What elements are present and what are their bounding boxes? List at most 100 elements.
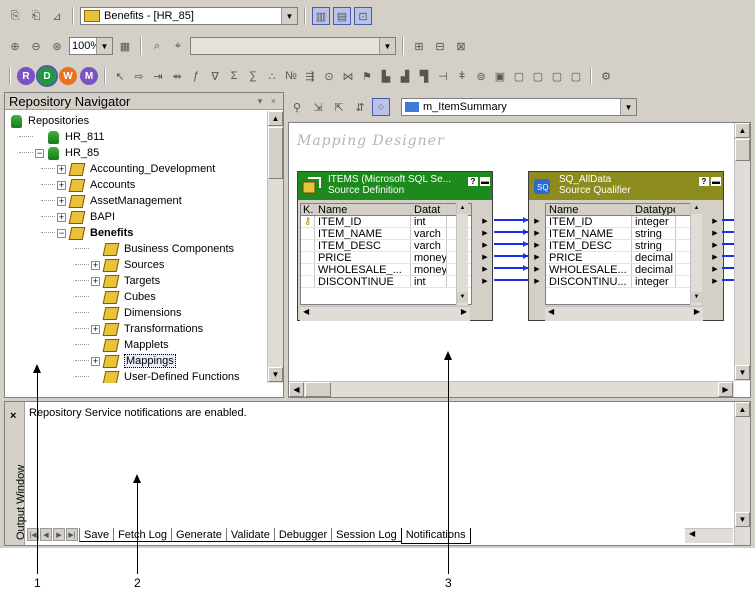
tree-item[interactable]: + BAPI bbox=[41, 209, 115, 225]
expand-icon[interactable]: + bbox=[91, 260, 100, 270]
scroll-up-icon[interactable]: ▲ bbox=[735, 402, 750, 417]
tab-session-log[interactable]: Session Log bbox=[331, 528, 401, 542]
table-row[interactable]: ⚷ ITEM_ID int bbox=[301, 216, 471, 228]
sorter-icon[interactable]: ▟ bbox=[397, 70, 413, 83]
help-icon[interactable]: ? bbox=[468, 177, 478, 186]
port-arrow-icon[interactable]: ▶ bbox=[478, 239, 492, 251]
scroll-down-icon[interactable]: ▼ bbox=[268, 367, 283, 382]
tree-item[interactable]: + Accounts bbox=[41, 177, 135, 193]
tab-last-icon[interactable]: ▶| bbox=[66, 528, 78, 541]
qualifier-grid-hscroll[interactable]: ◀ ▶ bbox=[545, 306, 703, 321]
source-analyzer-icon[interactable]: ⇲ bbox=[309, 98, 327, 116]
navigator-scrollbar[interactable]: ▲ ▼ bbox=[267, 111, 283, 383]
tab-validate[interactable]: Validate bbox=[225, 528, 274, 542]
expand-icon[interactable]: + bbox=[57, 164, 66, 174]
scroll-left-icon[interactable]: ◀ bbox=[289, 382, 304, 397]
normalizer-icon[interactable]: ∴ bbox=[264, 70, 280, 83]
tree-item[interactable]: User-Defined Functions bbox=[75, 369, 240, 383]
tree-item[interactable]: + Targets bbox=[75, 273, 160, 289]
tab-prev-icon[interactable]: ◀ bbox=[40, 528, 52, 541]
source-qualifier-header[interactable]: SQ SQ_AllData Source Qualifier ? ▬ bbox=[529, 172, 723, 200]
collapse-icon[interactable]: − bbox=[35, 148, 44, 158]
transaction-icon[interactable]: ǂ bbox=[454, 70, 470, 82]
output-hscroll[interactable]: ◀ bbox=[685, 528, 733, 543]
sql-variant-icon[interactable]: ▢ bbox=[530, 70, 546, 83]
update-strategy-icon[interactable]: ⊣ bbox=[435, 70, 451, 83]
port-arrow-icon[interactable]: ▶ bbox=[478, 251, 492, 263]
sql-variant-icon[interactable]: ▢ bbox=[568, 70, 584, 83]
scroll-down-icon[interactable]: ▼ bbox=[691, 292, 702, 303]
tree-item[interactable]: − Benefits bbox=[41, 225, 133, 241]
port-arrow-icon[interactable]: ▶ bbox=[478, 263, 492, 275]
layout-icon[interactable]: ⊞ bbox=[410, 37, 428, 55]
source-qualifier-box[interactable]: SQ SQ_AllData Source Qualifier ? ▬ ▶ ▶ ▶ ▶ ▶… bbox=[528, 171, 724, 321]
tree-item[interactable]: − HR_85 bbox=[19, 145, 99, 161]
scroll-thumb[interactable] bbox=[268, 127, 283, 179]
scroll-left-icon[interactable]: ◀ bbox=[303, 307, 309, 316]
minimize-icon[interactable]: ▬ bbox=[711, 177, 721, 186]
find-input[interactable]: ▼ bbox=[190, 37, 396, 55]
scroll-down-icon[interactable]: ▼ bbox=[457, 292, 468, 303]
port-arrow-icon[interactable]: ▶ bbox=[478, 215, 492, 227]
source-definition-header[interactable]: ITEMS (Microsoft SQL Se... Source Defini… bbox=[298, 172, 492, 200]
chevron-down-icon[interactable]: ▼ bbox=[281, 8, 297, 24]
rank-icon[interactable]: ∑ bbox=[245, 70, 261, 82]
workspace-hscroll[interactable]: ◀ ▶ bbox=[289, 381, 734, 397]
disconnect-icon[interactable]: ⎗ bbox=[27, 7, 45, 25]
tree-item[interactable]: + AssetManagement bbox=[41, 193, 182, 209]
lookup-icon[interactable]: ⊙ bbox=[321, 70, 337, 83]
tool-circle-d-icon[interactable]: D bbox=[36, 65, 58, 87]
tree-item[interactable]: + Transformations bbox=[75, 321, 203, 337]
connect-icon[interactable]: ⎘ bbox=[6, 7, 24, 25]
source-grid-scrollbar[interactable]: ▲ ▼ bbox=[456, 203, 468, 305]
chevron-down-icon[interactable]: ▼ bbox=[379, 38, 395, 54]
port-arrow-icon[interactable]: ▶ bbox=[708, 215, 722, 227]
output-vscroll[interactable]: ▲ ▼ bbox=[734, 402, 750, 545]
expand-icon[interactable]: + bbox=[57, 180, 66, 190]
port-arrow-icon[interactable]: ▶ bbox=[530, 227, 544, 239]
table-row[interactable]: DISCONTINUE int bbox=[301, 276, 471, 288]
workspace-vscroll[interactable]: ▲ ▼ bbox=[734, 123, 750, 381]
scroll-up-icon[interactable]: ▲ bbox=[691, 203, 702, 214]
collapse-icon[interactable]: − bbox=[57, 228, 66, 238]
repository-tool-icon[interactable]: ⊿ bbox=[48, 7, 66, 25]
mapplet-designer-icon[interactable]: ⇵ bbox=[351, 98, 369, 116]
expression-icon[interactable]: ƒ bbox=[188, 70, 204, 82]
joiner-icon[interactable]: ⋈ bbox=[340, 70, 356, 83]
scroll-thumb[interactable] bbox=[735, 139, 750, 161]
expand-icon[interactable]: + bbox=[91, 324, 100, 334]
target-icon[interactable]: ⇥ bbox=[150, 70, 166, 83]
tree-item[interactable]: Cubes bbox=[75, 289, 156, 305]
scroll-up-icon[interactable]: ▲ bbox=[268, 111, 283, 126]
find-icon[interactable]: ⌕ bbox=[148, 37, 166, 55]
port-arrow-icon[interactable]: ▶ bbox=[530, 275, 544, 287]
port-arrow-icon[interactable]: ▶ bbox=[530, 251, 544, 263]
tree-item[interactable]: + Mappings bbox=[75, 353, 176, 369]
router-icon[interactable]: ⇶ bbox=[302, 70, 318, 83]
zoom-in-icon[interactable]: ⊕ bbox=[6, 37, 24, 55]
sequence-icon[interactable]: № bbox=[283, 70, 299, 82]
table-row[interactable]: PRICE money bbox=[301, 252, 471, 264]
tab-fetch-log[interactable]: Fetch Log bbox=[113, 528, 171, 542]
port-arrow-icon[interactable]: ▶ bbox=[530, 239, 544, 251]
navigator-toggle-icon[interactable]: ▥ bbox=[312, 7, 330, 25]
chevron-down-icon[interactable]: ▼ bbox=[620, 99, 636, 115]
tree-item[interactable]: Repositories bbox=[11, 113, 89, 129]
scroll-right-icon[interactable]: ▶ bbox=[694, 307, 700, 316]
scroll-up-icon[interactable]: ▲ bbox=[735, 123, 750, 138]
tree-item[interactable]: Dimensions bbox=[75, 305, 181, 321]
tool-circle-m-icon[interactable]: M bbox=[80, 67, 98, 85]
scroll-thumb[interactable] bbox=[305, 382, 331, 397]
table-row[interactable]: ITEM_NAME string bbox=[546, 228, 700, 240]
mapping-designer-icon[interactable]: ⁘ bbox=[372, 98, 390, 116]
navigator-close-icon[interactable]: ▾ × bbox=[258, 96, 279, 107]
tree-item[interactable]: Mapplets bbox=[75, 337, 169, 353]
layout-horizontal-icon[interactable]: ⊟ bbox=[431, 37, 449, 55]
scroll-up-icon[interactable]: ▲ bbox=[457, 203, 468, 214]
table-row[interactable]: WHOLESALE... decimal bbox=[546, 264, 700, 276]
tab-debugger[interactable]: Debugger bbox=[273, 528, 332, 542]
overview-icon[interactable]: ⊡ bbox=[354, 7, 372, 25]
port-arrow-icon[interactable]: ▶ bbox=[708, 275, 722, 287]
scroll-down-icon[interactable]: ▼ bbox=[735, 512, 750, 527]
table-row[interactable]: ITEM_DESC varch bbox=[301, 240, 471, 252]
